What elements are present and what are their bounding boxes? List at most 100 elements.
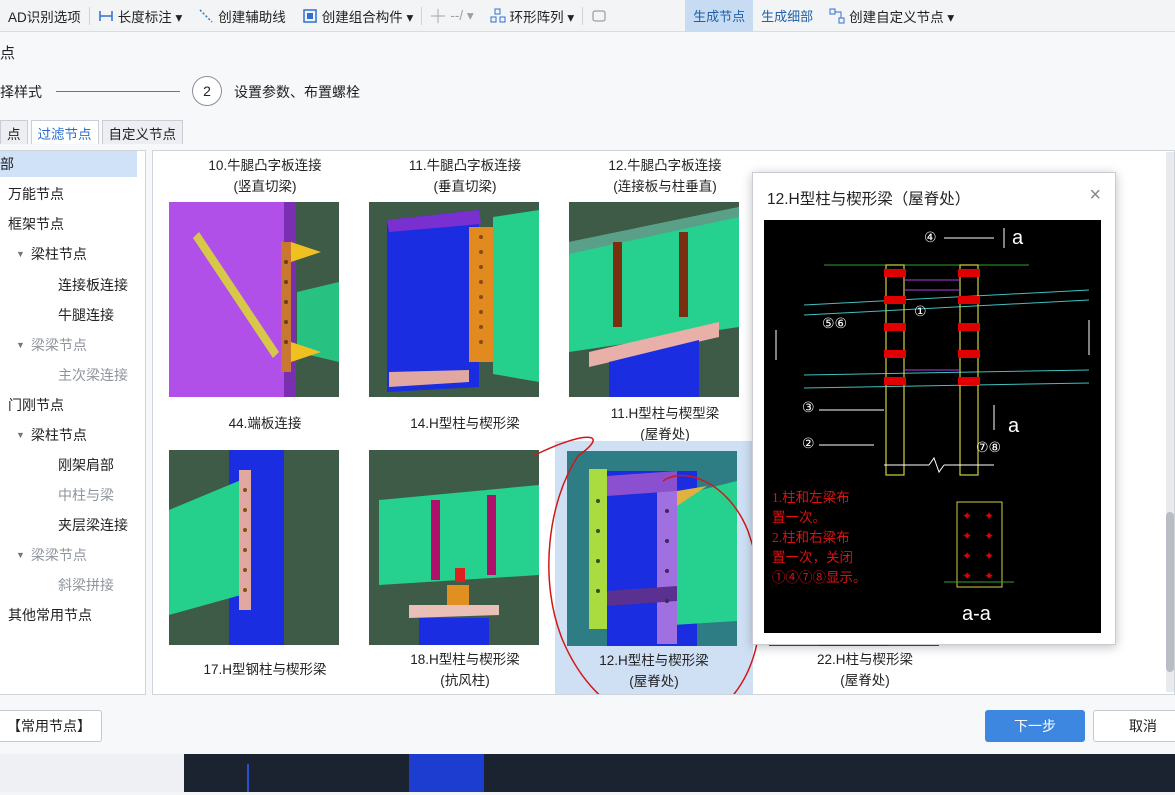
cad-recognition-options-button[interactable]: AD识别选项 [0,0,89,32]
generate-detail-button[interactable]: 生成细部 [753,0,821,32]
svg-text:✦: ✦ [962,509,972,523]
svg-text:✦: ✦ [962,569,972,583]
drawing-marker-2: ② [802,435,815,451]
step-2-label: 设置参数、布置螺栓 [234,84,360,100]
cad-recognition-options-label: AD识别选项 [8,9,81,25]
tree-item-label: 框架节点 [8,216,64,232]
move-icon [431,8,446,23]
expand-caret-icon[interactable]: ▼ [16,340,25,350]
tree-item-label: 中柱与梁 [58,487,114,503]
node-thumbnail [369,450,539,645]
popup-title: 12.H型柱与楔形梁（屋脊处） [767,191,971,208]
tree-item-label: 其他常用节点 [8,607,92,623]
node-card[interactable]: 10.牛腿凸字板连接 (竖直切梁) [169,155,357,402]
drawing-marker-4: ④ [924,229,937,245]
node-selection-dialog: 点 择样式 2 设置参数、布置螺栓 点 过滤节点 自定义节点 部 万能节点 框架… [0,32,1175,754]
move-tool-button[interactable]: --/ ▾ [422,0,481,32]
tree-item-bracket-connection[interactable]: 牛腿连接 [58,302,114,328]
create-guide-line-button[interactable]: 创建辅助线 [190,0,294,32]
tree-item-plate-connection[interactable]: 连接板连接 [58,272,128,298]
node-card-subtitle: (垂直切梁) [433,179,497,194]
tree-item-beam-column[interactable]: ▼ 梁柱节点 [16,241,87,267]
close-icon[interactable]: × [1089,184,1101,207]
common-nodes-button[interactable]: 【常用节点】 [0,710,102,742]
svg-text:✦: ✦ [984,509,994,523]
svg-text:✦: ✦ [984,549,994,563]
expand-caret-icon[interactable]: ▼ [16,550,25,560]
node-category-tree: 部 万能节点 框架节点 ▼ 梁柱节点 连接板连接 牛腿连接 ▼ 梁梁节点 主次梁连接… [0,150,146,695]
model-canvas[interactable] [184,754,1175,792]
tree-item-frame-shoulder[interactable]: 刚架肩部 [58,452,114,478]
freehand-circle-annotation [532,436,762,694]
tab-all-nodes[interactable]: 点 [0,120,28,144]
tree-item-label: 刚架肩部 [58,457,114,473]
node-thumbnail [169,450,339,645]
length-dimension-label: 长度标注 ▾ [117,9,183,25]
node-card-title: 22.H柱与楔形梁 [816,652,914,667]
tree-item-label: 梁梁节点 [30,547,87,563]
tab-custom-nodes[interactable]: 自定义节点 [101,120,183,144]
svg-text:✦: ✦ [984,569,994,583]
checkbox-tool[interactable] [583,0,615,32]
create-custom-node-button[interactable]: 创建自定义节点 ▾ [821,0,962,32]
node-card-title: 12.牛腿凸字板连接 [608,158,722,173]
svg-text:✦: ✦ [984,529,994,543]
step-connector [56,91,180,92]
grid-scrollbar[interactable] [1166,152,1174,692]
drawing-section-label-a-lower: a [1008,415,1020,437]
tree-item-beam-beam[interactable]: ▼ 梁梁节点 [16,332,87,358]
tree-item-all[interactable]: 部 [0,151,137,177]
scrollbar-thumb[interactable] [1166,512,1174,672]
drawing-note-line: 置一次。 [772,510,826,525]
node-card[interactable]: 11.牛腿凸字板连接 (垂直切梁) [369,155,557,402]
svg-text:✦: ✦ [962,549,972,563]
generate-node-label: 生成节点 [693,9,746,24]
node-card-title: 10.牛腿凸字板连接 [208,158,322,173]
expand-caret-icon[interactable]: ▼ [16,430,25,440]
guide-line-icon [199,8,213,23]
tree-item-main-secondary-beam[interactable]: 主次梁连接 [58,362,128,388]
tree-item-inclined-beam-splice[interactable]: 斜梁拼接 [58,572,114,598]
node-card-title: 44.端板连接 [228,416,302,431]
circular-array-button[interactable]: 环形阵列 ▾ [482,0,583,32]
tree-item-frame[interactable]: 框架节点 [8,211,64,237]
tab-filter-nodes[interactable]: 过滤节点 [30,120,99,144]
generate-node-button[interactable]: 生成节点 [685,0,754,32]
tree-item-label: 梁柱节点 [30,427,87,443]
tree-item-mezzanine-beam[interactable]: 夹层梁连接 [58,512,128,538]
generate-detail-label: 生成细部 [761,9,814,24]
node-card-subtitle: (连接板与柱垂直) [613,179,717,194]
tree-item-label: 连接板连接 [58,277,128,293]
tree-item-portal-beam-column[interactable]: ▼ 梁柱节点 [16,422,87,448]
drawing-marker-1: ① [914,303,927,319]
checkbox-icon [592,10,606,21]
create-composite-member-label: 创建组合构件 ▾ [321,9,414,25]
node-preview-popup: 12.H型柱与楔形梁（屋脊处） × ④ a ① ⑤⑥ ③ ② ⑦⑧ a 1.柱和… [752,172,1116,645]
drawing-section-label-a: a [1012,227,1024,249]
tree-item-universal[interactable]: 万能节点 [8,181,64,207]
drawing-note-line: 置一次，关闭 [772,550,853,565]
tree-item-other-common[interactable]: 其他常用节点 [8,602,92,628]
node-card[interactable]: 22.H柱与楔形梁 (屋脊处) [773,649,957,691]
next-step-button[interactable]: 下一步 [985,710,1085,742]
tree-item-label: 主次梁连接 [58,367,128,383]
node-card[interactable]: 12.牛腿凸字板连接 (连接板与柱垂直) [569,155,757,402]
node-card-subtitle: (屋脊处) [840,673,890,688]
expand-caret-icon[interactable]: ▼ [16,249,25,259]
cancel-button[interactable]: 取消 [1093,710,1175,742]
tree-item-label: 梁柱节点 [30,246,87,262]
dialog-title: 点 [0,45,16,62]
node-thumbnail [569,202,739,397]
create-guide-line-label: 创建辅助线 [218,9,286,25]
step-1-label: 择样式 [0,84,42,100]
create-composite-member-button[interactable]: 创建组合构件 ▾ [294,0,422,32]
length-dimension-button[interactable]: 长度标注 ▾ [90,0,191,32]
tree-item-portal-beam-beam[interactable]: ▼ 梁梁节点 [16,542,87,568]
tree-item-label: 梁梁节点 [30,337,87,353]
tree-item-portal-frame[interactable]: 门刚节点 [8,392,64,418]
tree-item-middle-column-beam[interactable]: 中柱与梁 [58,482,114,508]
wizard-steps: 择样式 2 设置参数、布置螺栓 [0,76,600,106]
svg-text:✦: ✦ [962,529,972,543]
tree-item-label: 万能节点 [8,186,64,202]
node-card[interactable]: 17.H型钢柱与楔形梁 [173,649,357,691]
